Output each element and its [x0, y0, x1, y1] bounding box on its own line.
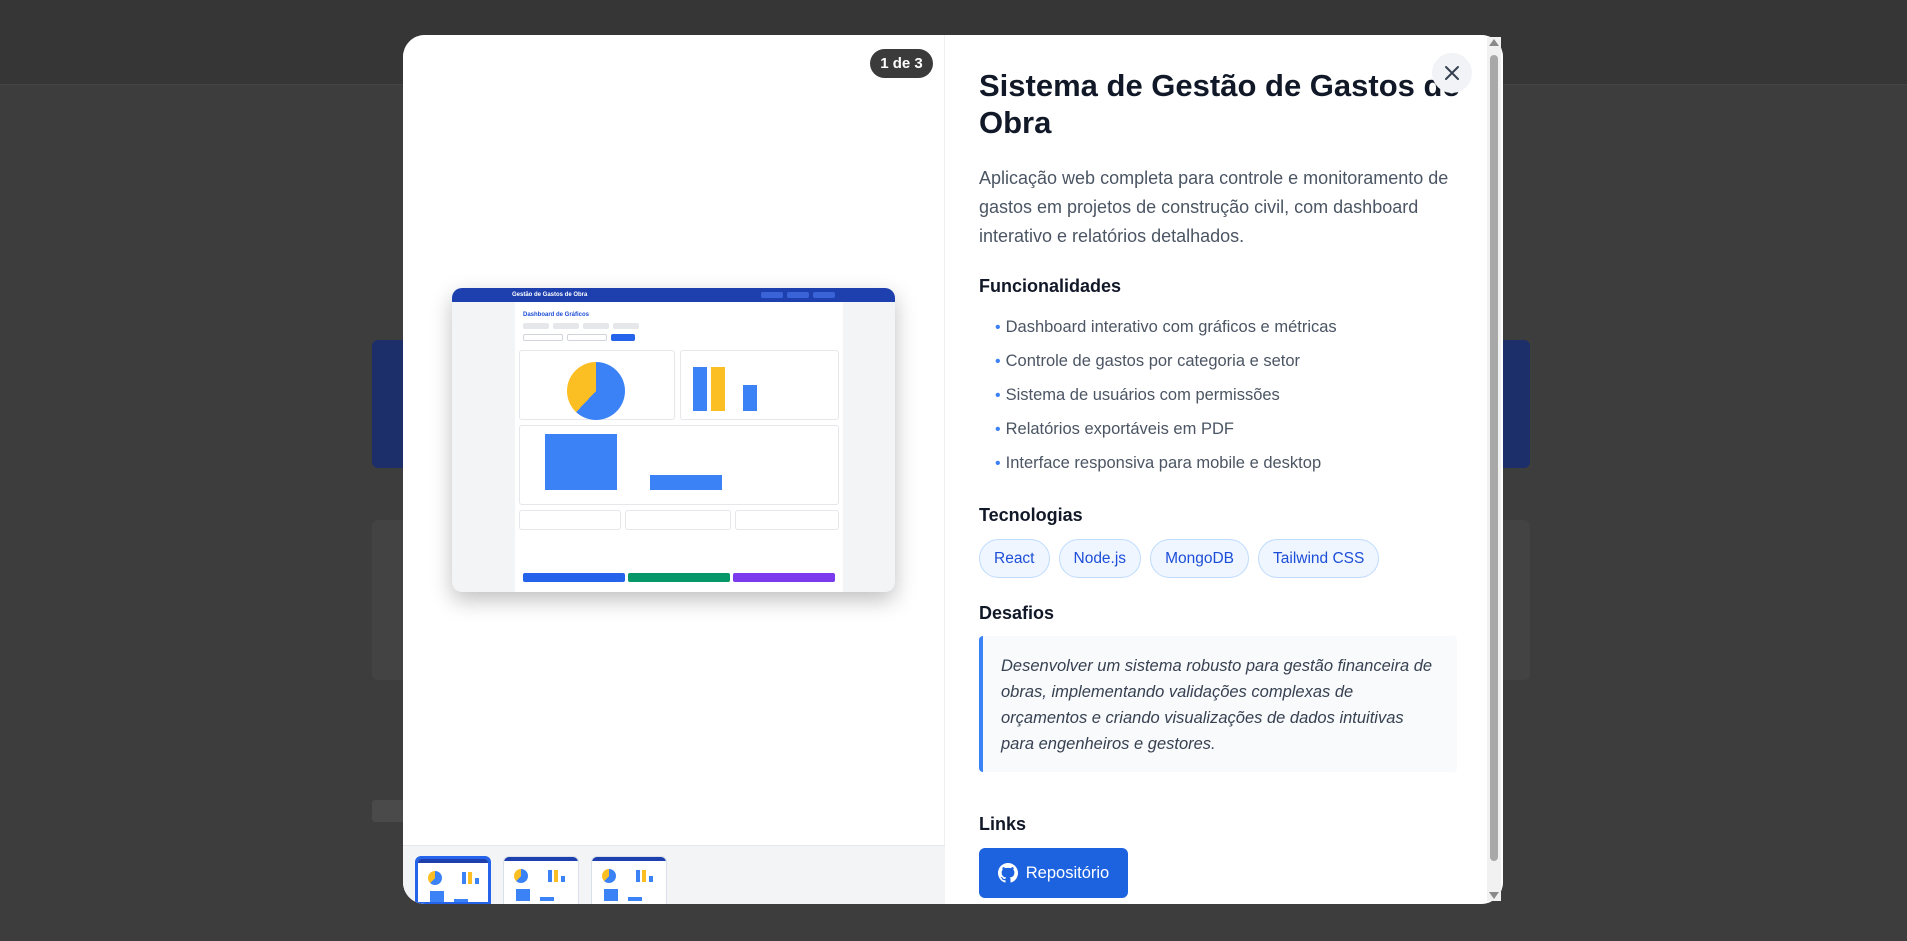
- image-counter: 1 de 3: [870, 49, 933, 78]
- scroll-down-arrow[interactable]: [1489, 892, 1499, 899]
- tech-tag-react: React: [979, 539, 1050, 578]
- preview-dashboard: Dashboard de Gráficos: [515, 302, 843, 592]
- features-list: Dashboard interativo com gráficos e métr…: [995, 310, 1337, 480]
- repository-button-label: Repositório: [1025, 863, 1110, 882]
- feature-item: Relatórios exportáveis em PDF: [995, 412, 1337, 446]
- technologies-heading: Tecnologias: [979, 505, 1083, 525]
- image-gallery: 1 de 3 Gestão de Gastos de Obra Dashboar…: [403, 35, 945, 904]
- preview-export-buttons: [523, 573, 835, 582]
- preview-header: Gestão de Gastos de Obra: [452, 288, 895, 302]
- challenges-heading: Desafios: [979, 603, 1055, 623]
- close-icon: [1445, 66, 1459, 80]
- challenges-quote: Desenvolver um sistema robusto para gest…: [979, 636, 1457, 772]
- preview-dashboard-heading: Dashboard de Gráficos: [523, 312, 590, 318]
- thumbnail-3[interactable]: [591, 856, 667, 904]
- preview-pie-chart: [567, 362, 625, 420]
- screenshot-preview[interactable]: Gestão de Gastos de Obra Dashboard de Gr…: [452, 288, 895, 592]
- thumbnail-2[interactable]: [503, 856, 579, 904]
- features-heading: Funcionalidades: [979, 276, 1122, 296]
- preview-tabs: [523, 323, 639, 329]
- preview-pie-card: [519, 350, 675, 420]
- tech-tag-nodejs: Node.js: [1058, 539, 1142, 578]
- technology-tags: React Node.js MongoDB Tailwind CSS: [979, 539, 1380, 578]
- thumbnail-strip: [403, 845, 945, 904]
- links-heading: Links: [979, 814, 1027, 834]
- preview-budget-card: [625, 510, 731, 530]
- preview-small-bar: [650, 475, 722, 490]
- feature-item: Dashboard interativo com gráficos e métr…: [995, 310, 1337, 344]
- preview-status-chart: [519, 425, 839, 505]
- repository-button[interactable]: Repositório: [979, 848, 1128, 898]
- feature-item: Interface responsiva para mobile e deskt…: [995, 446, 1337, 480]
- tech-tag-tailwind: Tailwind CSS: [1258, 539, 1380, 578]
- close-button[interactable]: [1432, 53, 1472, 93]
- preview-bar-chart: [693, 363, 830, 411]
- feature-item: Controle de gastos por categoria e setor: [995, 344, 1337, 378]
- preview-app-title: Gestão de Gastos de Obra: [512, 292, 588, 298]
- preview-progress-card: [519, 510, 621, 530]
- tech-tag-mongodb: MongoDB: [1150, 539, 1249, 578]
- github-icon: [997, 863, 1018, 883]
- project-details: Sistema de Gestão de Gastos de Obra Apli…: [945, 35, 1503, 904]
- scroll-up-arrow[interactable]: [1489, 39, 1499, 46]
- scroll-thumb[interactable]: [1490, 55, 1498, 861]
- preview-activities-card: [735, 510, 839, 530]
- project-description: Aplicação web completa para controle e m…: [979, 168, 1449, 246]
- project-modal: 1 de 3 Gestão de Gastos de Obra Dashboar…: [403, 35, 1503, 904]
- preview-big-bar: [545, 434, 617, 490]
- thumbnail-1[interactable]: [415, 856, 491, 904]
- preview-filters: [523, 334, 635, 341]
- project-title: Sistema de Gestão de Gastos de Obra: [979, 68, 1460, 140]
- preview-nav: [761, 292, 835, 298]
- details-scrollbar[interactable]: [1487, 37, 1501, 901]
- feature-item: Sistema de usuários com permissões: [995, 378, 1337, 412]
- preview-bar-card: [680, 350, 839, 420]
